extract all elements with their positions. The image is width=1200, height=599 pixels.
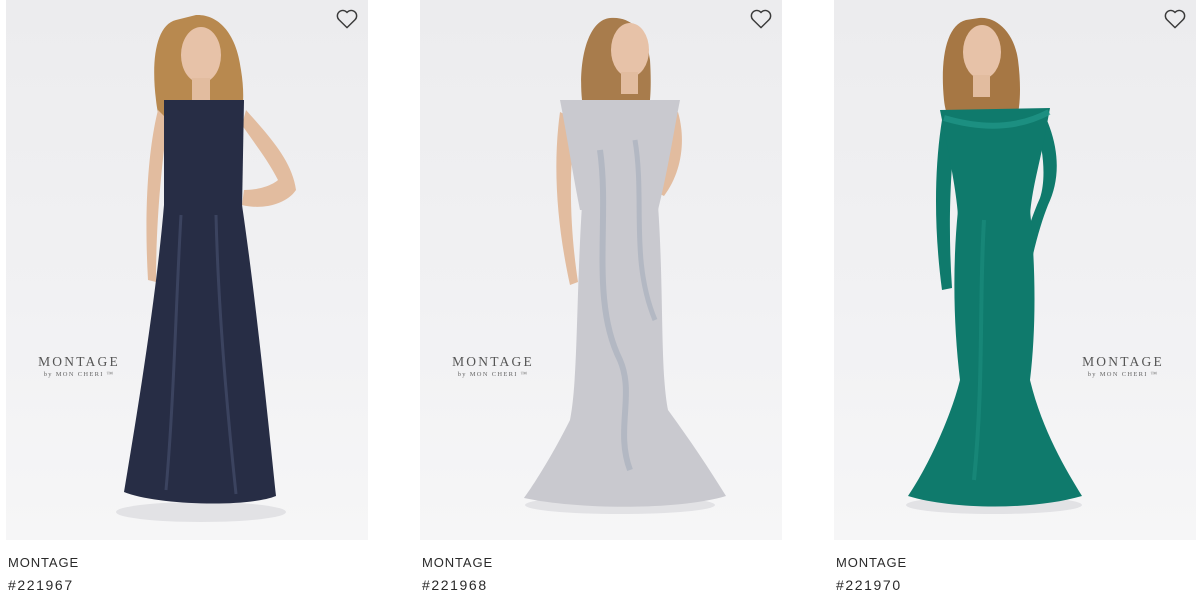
favorite-button[interactable] (334, 6, 360, 32)
product-sku[interactable]: #221968 (422, 577, 493, 593)
favorite-button[interactable] (1162, 6, 1188, 32)
product-card[interactable]: MONTAGE by MON CHERI ™ MONTAGE #221967 (6, 0, 368, 599)
heart-outline-icon (1164, 9, 1186, 29)
product-brand[interactable]: MONTAGE (836, 555, 907, 570)
product-info: MONTAGE #221968 (422, 555, 493, 593)
product-card[interactable]: MONTAGE by MON CHERI ™ MONTAGE #221968 (420, 0, 782, 599)
heart-outline-icon (336, 9, 358, 29)
product-sku[interactable]: #221970 (836, 577, 907, 593)
model-figure (906, 17, 1082, 514)
brand-logo: MONTAGE by MON CHERI ™ (38, 354, 120, 378)
product-brand[interactable]: MONTAGE (8, 555, 79, 570)
brand-logo: MONTAGE by MON CHERI ™ (452, 354, 534, 378)
model-figure (116, 14, 296, 522)
product-image[interactable]: MONTAGE by MON CHERI ™ (6, 0, 368, 540)
product-sku[interactable]: #221967 (8, 577, 79, 593)
favorite-button[interactable] (748, 6, 774, 32)
product-info: MONTAGE #221967 (8, 555, 79, 593)
product-brand[interactable]: MONTAGE (422, 555, 493, 570)
heart-outline-icon (750, 9, 772, 29)
model-figure (524, 17, 726, 514)
product-info: MONTAGE #221970 (836, 555, 907, 593)
product-image[interactable]: MONTAGE by MON CHERI ™ (834, 0, 1196, 540)
product-card[interactable]: MONTAGE by MON CHERI ™ MONTAGE #221970 (834, 0, 1196, 599)
brand-logo: MONTAGE by MON CHERI ™ (1082, 354, 1164, 378)
product-image[interactable]: MONTAGE by MON CHERI ™ (420, 0, 782, 540)
product-grid: MONTAGE by MON CHERI ™ MONTAGE #221967 M… (0, 0, 1200, 599)
